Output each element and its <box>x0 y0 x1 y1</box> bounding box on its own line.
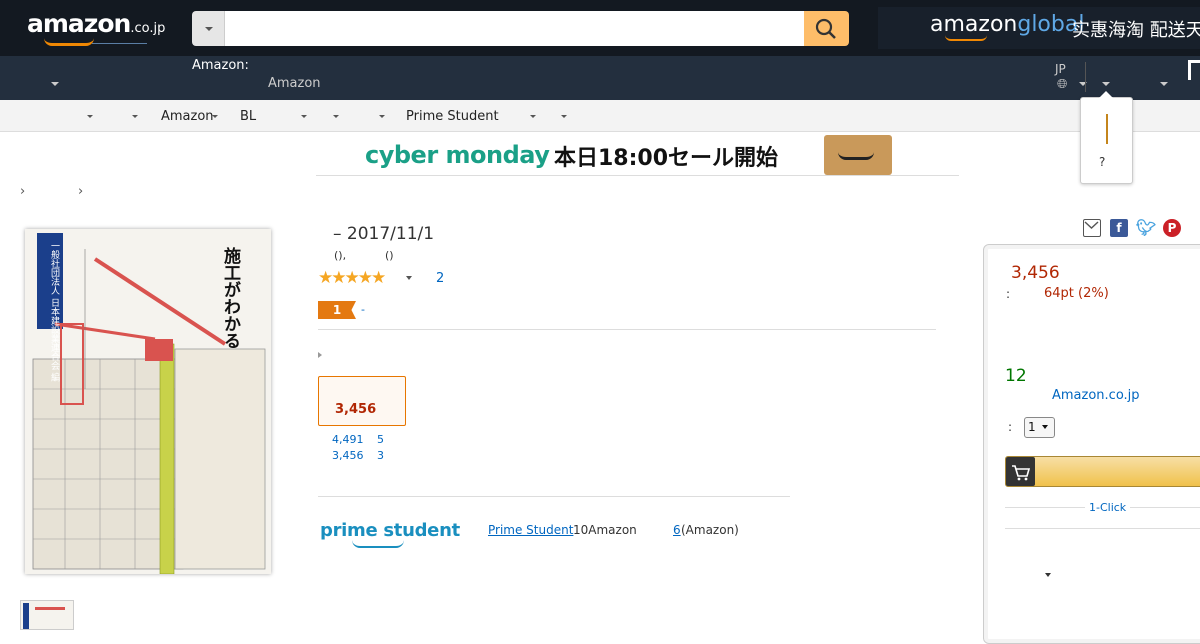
search-button[interactable] <box>804 11 849 46</box>
all-menu-caret-icon[interactable] <box>51 82 59 86</box>
subnav-caret-icon[interactable] <box>379 115 385 118</box>
subnav-item-amazon[interactable]: Amazon <box>161 109 214 124</box>
stock-status: 12 <box>1005 366 1027 386</box>
used-offer-count[interactable]: 5 <box>377 433 384 446</box>
subnav-caret-icon[interactable] <box>87 115 93 118</box>
amazon-global-logo[interactable]: amazonglobal <box>930 12 1084 37</box>
logo-suffix: .co.jp <box>130 21 166 36</box>
popover-arrow <box>1099 91 1113 98</box>
subnav-caret-icon[interactable] <box>333 115 339 118</box>
author-role: () <box>385 249 394 262</box>
subnav-caret-icon[interactable] <box>530 115 536 118</box>
book-cover-image[interactable]: 施工がわかる イラスト建築生産入門 一般社団法人 日本建設業連合会 編 <box>25 229 271 574</box>
nav-divider <box>1085 62 1086 92</box>
logo-smile-icon <box>44 38 94 46</box>
chevron-down-icon <box>205 27 213 31</box>
prime-student-smile-icon <box>352 540 404 548</box>
chevron-down-icon <box>1042 425 1048 429</box>
buybox-price: 3,456 <box>1011 263 1060 283</box>
global-tagline: 实惠海淘 配送天 <box>1072 20 1200 41</box>
one-click-link[interactable]: 1-Click <box>1085 501 1131 514</box>
shopping-cart-icon <box>1006 457 1035 486</box>
subnav-item-prime-student[interactable]: Prime Student <box>406 109 499 124</box>
email-share-icon[interactable] <box>1083 219 1101 237</box>
bestseller-badge[interactable]: 1 <box>318 301 356 319</box>
account-popover[interactable]: ? <box>1080 97 1133 184</box>
prime-student-logo[interactable]: prime student <box>320 520 460 541</box>
rating-count-link[interactable]: 2 <box>436 271 444 286</box>
global-smile-icon <box>945 35 987 41</box>
used-offer-price[interactable]: 4,491 <box>332 433 364 446</box>
format-option-selected[interactable] <box>318 376 406 426</box>
new-offer-count[interactable]: 3 <box>377 449 384 462</box>
subnav-caret-icon[interactable] <box>212 115 218 118</box>
buy-box <box>983 244 1200 644</box>
subnav-caret-icon[interactable] <box>301 115 307 118</box>
prime-student-link[interactable]: Prime Student <box>488 523 573 537</box>
prime-student-note: (Amazon) <box>681 523 739 537</box>
cover-thumbnail[interactable] <box>20 600 74 630</box>
twitter-share-icon[interactable]: 🐦︎ <box>1136 219 1156 237</box>
new-offer-price[interactable]: 3,456 <box>332 449 364 462</box>
points-value: 64pt (2%) <box>1044 286 1109 301</box>
author-byline[interactable]: (), <box>334 249 346 262</box>
rating-caret-icon[interactable] <box>406 276 412 280</box>
account-caret-icon[interactable] <box>1102 82 1110 86</box>
product-title: – 2017/11/1 <box>333 224 435 244</box>
divider <box>1005 528 1200 529</box>
thumb-band <box>23 603 29 629</box>
subnav-caret-icon[interactable] <box>561 115 567 118</box>
orders-caret-icon[interactable] <box>1160 82 1168 86</box>
breadcrumb-separator: › <box>20 184 26 199</box>
pinterest-share-icon[interactable]: P <box>1163 219 1181 237</box>
thumb-crane <box>35 607 65 610</box>
search-icon <box>815 18 836 39</box>
seller-link[interactable]: Amazon.co.jp <box>1052 388 1140 403</box>
logo-underline <box>92 43 147 44</box>
subnav-caret-icon[interactable] <box>132 115 138 118</box>
star-rating-icon[interactable]: ★★★★★ <box>318 268 386 288</box>
deliver-value[interactable]: Amazon <box>268 76 321 91</box>
deliver-label: Amazon: <box>192 58 249 73</box>
search-category-dropdown[interactable] <box>192 11 225 46</box>
popover-help-text[interactable]: ? <box>1099 155 1105 169</box>
banner-subtitle: 本日18:00セール開始 <box>554 146 779 171</box>
logo-text: amazon <box>27 9 131 38</box>
banner-title: cyber monday <box>365 141 550 169</box>
language-code[interactable]: JP <box>1055 62 1066 76</box>
divider <box>318 329 936 330</box>
points-label: : <box>1006 287 1011 301</box>
format-price: 3,456 <box>335 402 377 417</box>
prime-student-months-link[interactable]: 6 <box>673 523 681 537</box>
facebook-share-icon[interactable]: f <box>1110 219 1128 237</box>
expand-triangle-icon[interactable] <box>318 352 322 358</box>
gift-options-caret-icon[interactable] <box>1045 573 1051 577</box>
divider <box>318 496 790 497</box>
cover-publisher: 一般社団法人 日本建設業連合会 編 <box>49 241 59 382</box>
bestseller-category-link[interactable]: - <box>361 303 365 316</box>
breadcrumb-separator: › <box>78 184 84 199</box>
building-illustration <box>32 249 266 574</box>
globe-icon[interactable]: 🌐︎ <box>1057 77 1067 92</box>
search-input[interactable] <box>225 11 805 46</box>
subnav-item-bl[interactable]: BL <box>240 109 256 124</box>
cart-glyph <box>1012 465 1031 481</box>
quantity-label: : <box>1008 420 1013 434</box>
quantity-select[interactable]: 1 <box>1024 417 1055 438</box>
box-smile-icon <box>838 152 874 160</box>
popover-accent-line <box>1106 114 1108 144</box>
prime-student-text: 10Amazon <box>573 523 637 537</box>
amazon-logo[interactable]: amazon.co.jp <box>27 9 165 38</box>
global-brand: amazon <box>930 12 1018 37</box>
cart-icon[interactable] <box>1188 60 1200 80</box>
